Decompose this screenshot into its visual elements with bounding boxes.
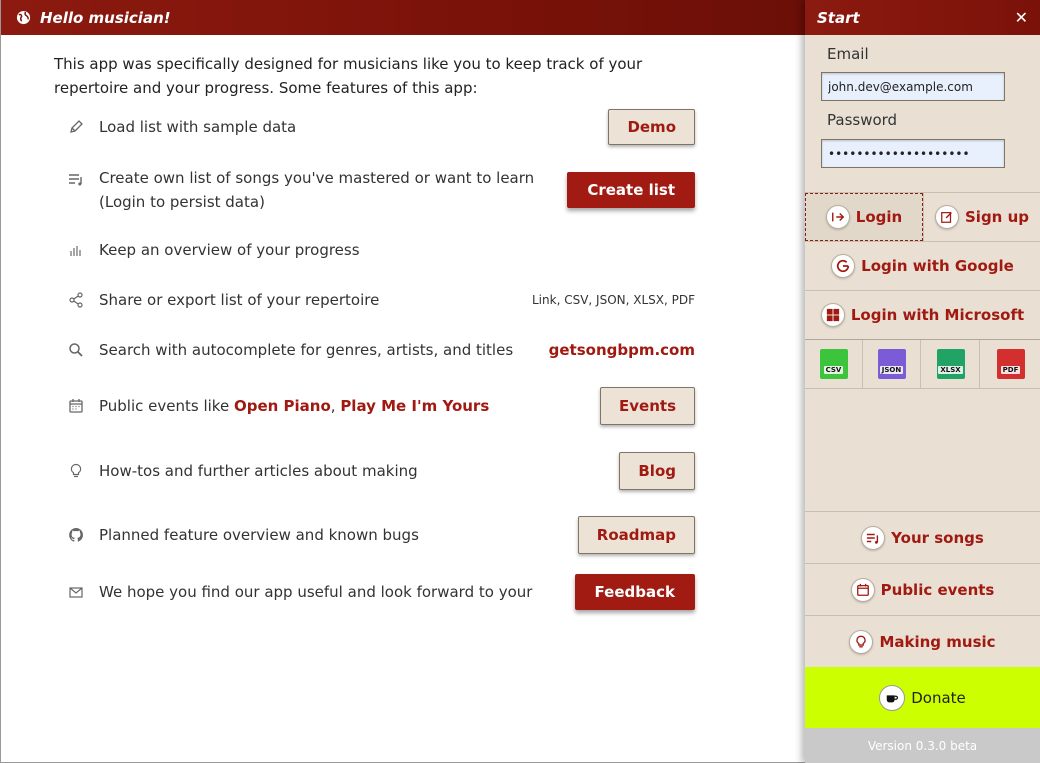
feature-text: Keep an overview of your progress xyxy=(99,241,360,259)
sidebar-title: Start xyxy=(817,8,860,27)
your-songs-button[interactable]: Your songs xyxy=(805,512,1040,563)
feature-text: Public events like Open Piano, Play Me I… xyxy=(99,394,590,418)
calendar-icon xyxy=(850,577,875,602)
playlist-icon xyxy=(861,525,886,550)
public-events-button[interactable]: Public events xyxy=(805,564,1040,615)
getsongbpm-link[interactable]: getsongbpm.com xyxy=(549,341,695,359)
public-events-label: Public events xyxy=(880,580,995,599)
feature-roadmap: Planned feature overview and known bugs … xyxy=(65,516,695,554)
pdf-badge-label: PDF xyxy=(1000,366,1021,374)
pencil-icon xyxy=(65,116,87,138)
start-sidebar: Start ✕ Email Password Login Sign up Log… xyxy=(805,0,1040,763)
feature-text: Share or export list of your repertoire xyxy=(99,291,380,309)
feature-text: We hope you find our app useful and look… xyxy=(99,583,533,601)
lightbulb-icon xyxy=(849,629,874,654)
main-header: Hello musician! xyxy=(1,0,806,35)
signup-label: Sign up xyxy=(965,208,1029,226)
open-piano-link[interactable]: Open Piano xyxy=(234,397,331,415)
login-microsoft-label: Login with Microsoft xyxy=(850,306,1025,324)
intro-text: This app was specifically designed for m… xyxy=(54,55,643,97)
demo-button[interactable]: Demo xyxy=(608,109,695,145)
pdf-export-button[interactable]: PDF xyxy=(981,340,1040,388)
feature-text: Search with autocomplete for genres, art… xyxy=(99,341,514,359)
create-list-button[interactable]: Create list xyxy=(567,172,695,208)
version-text: Version 0.3.0 beta xyxy=(805,728,1040,763)
password-field[interactable] xyxy=(821,139,1005,168)
feature-text: Load list with sample data xyxy=(99,118,297,136)
csv-export-button[interactable]: CSV xyxy=(805,340,863,388)
feature-text: How-tos and further articles about makin… xyxy=(99,462,418,480)
close-icon[interactable]: ✕ xyxy=(1015,8,1028,27)
main-panel: Hello musician! This app was specificall… xyxy=(0,0,806,763)
edit-icon xyxy=(935,205,959,229)
signup-button[interactable]: Sign up xyxy=(923,193,1040,241)
xlsx-export-button[interactable]: XLSX xyxy=(922,340,980,388)
roadmap-button[interactable]: Roadmap xyxy=(577,516,695,554)
share-icon xyxy=(65,289,87,311)
export-formats-text: Link, CSV, JSON, XLSX, PDF xyxy=(532,293,695,307)
feature-create-list: Create own list of songs you've mastered… xyxy=(65,166,695,214)
email-label: Email xyxy=(827,45,869,63)
login-microsoft-button[interactable]: Login with Microsoft xyxy=(805,291,1040,339)
login-google-button[interactable]: Login with Google xyxy=(805,242,1040,290)
email-field[interactable] xyxy=(821,72,1005,101)
password-label: Password xyxy=(827,111,898,129)
login-icon xyxy=(825,205,850,229)
main-title: Hello musician! xyxy=(40,8,171,27)
csv-file-icon: CSV xyxy=(819,349,848,379)
login-button[interactable]: Login xyxy=(805,193,923,241)
bar-chart-icon xyxy=(65,239,87,261)
search-icon xyxy=(65,339,87,361)
google-icon xyxy=(831,254,856,278)
github-icon xyxy=(65,524,87,546)
json-badge-label: JSON xyxy=(879,366,904,374)
feature-text: Planned feature overview and known bugs xyxy=(99,526,419,544)
feature-feedback: We hope you find our app useful and look… xyxy=(65,574,695,610)
feature-demo: Load list with sample data Demo xyxy=(65,109,695,145)
play-me-link[interactable]: Play Me I'm Yours xyxy=(340,397,489,415)
globe-icon xyxy=(15,10,31,26)
calendar-icon xyxy=(65,395,87,417)
sidebar-header: Start ✕ xyxy=(805,0,1040,35)
coffee-icon xyxy=(879,684,906,711)
feature-blog: How-tos and further articles about makin… xyxy=(65,452,695,490)
microsoft-icon xyxy=(820,303,845,327)
making-music-button[interactable]: Making music xyxy=(805,616,1040,667)
login-google-label: Login with Google xyxy=(861,257,1014,275)
events-text-prefix: Public events like xyxy=(99,397,234,415)
xlsx-badge-label: XLSX xyxy=(938,366,963,374)
donate-button[interactable]: Donate xyxy=(805,667,1040,728)
feature-text: Create own list of songs you've mastered… xyxy=(99,169,535,211)
blog-button[interactable]: Blog xyxy=(619,452,695,490)
feature-share: Share or export list of your repertoire … xyxy=(65,288,695,312)
xlsx-file-icon: XLSX xyxy=(936,349,965,379)
feature-progress: Keep an overview of your progress xyxy=(65,238,695,262)
playlist-icon xyxy=(65,168,87,190)
feature-search: Search with autocomplete for genres, art… xyxy=(65,338,695,362)
divider xyxy=(805,388,1040,389)
lightbulb-icon xyxy=(65,460,87,482)
feedback-button[interactable]: Feedback xyxy=(574,574,695,610)
your-songs-label: Your songs xyxy=(891,528,984,547)
events-button[interactable]: Events xyxy=(600,387,695,425)
json-file-icon: JSON xyxy=(877,349,906,379)
mail-icon xyxy=(65,581,87,603)
making-music-label: Making music xyxy=(879,632,996,651)
donate-label: Donate xyxy=(911,688,966,707)
json-export-button[interactable]: JSON xyxy=(863,340,921,388)
events-separator: , xyxy=(330,397,341,415)
csv-badge-label: CSV xyxy=(823,366,844,374)
login-label: Login xyxy=(855,208,903,226)
pdf-file-icon: PDF xyxy=(996,349,1025,379)
feature-events: Public events like Open Piano, Play Me I… xyxy=(65,387,695,425)
